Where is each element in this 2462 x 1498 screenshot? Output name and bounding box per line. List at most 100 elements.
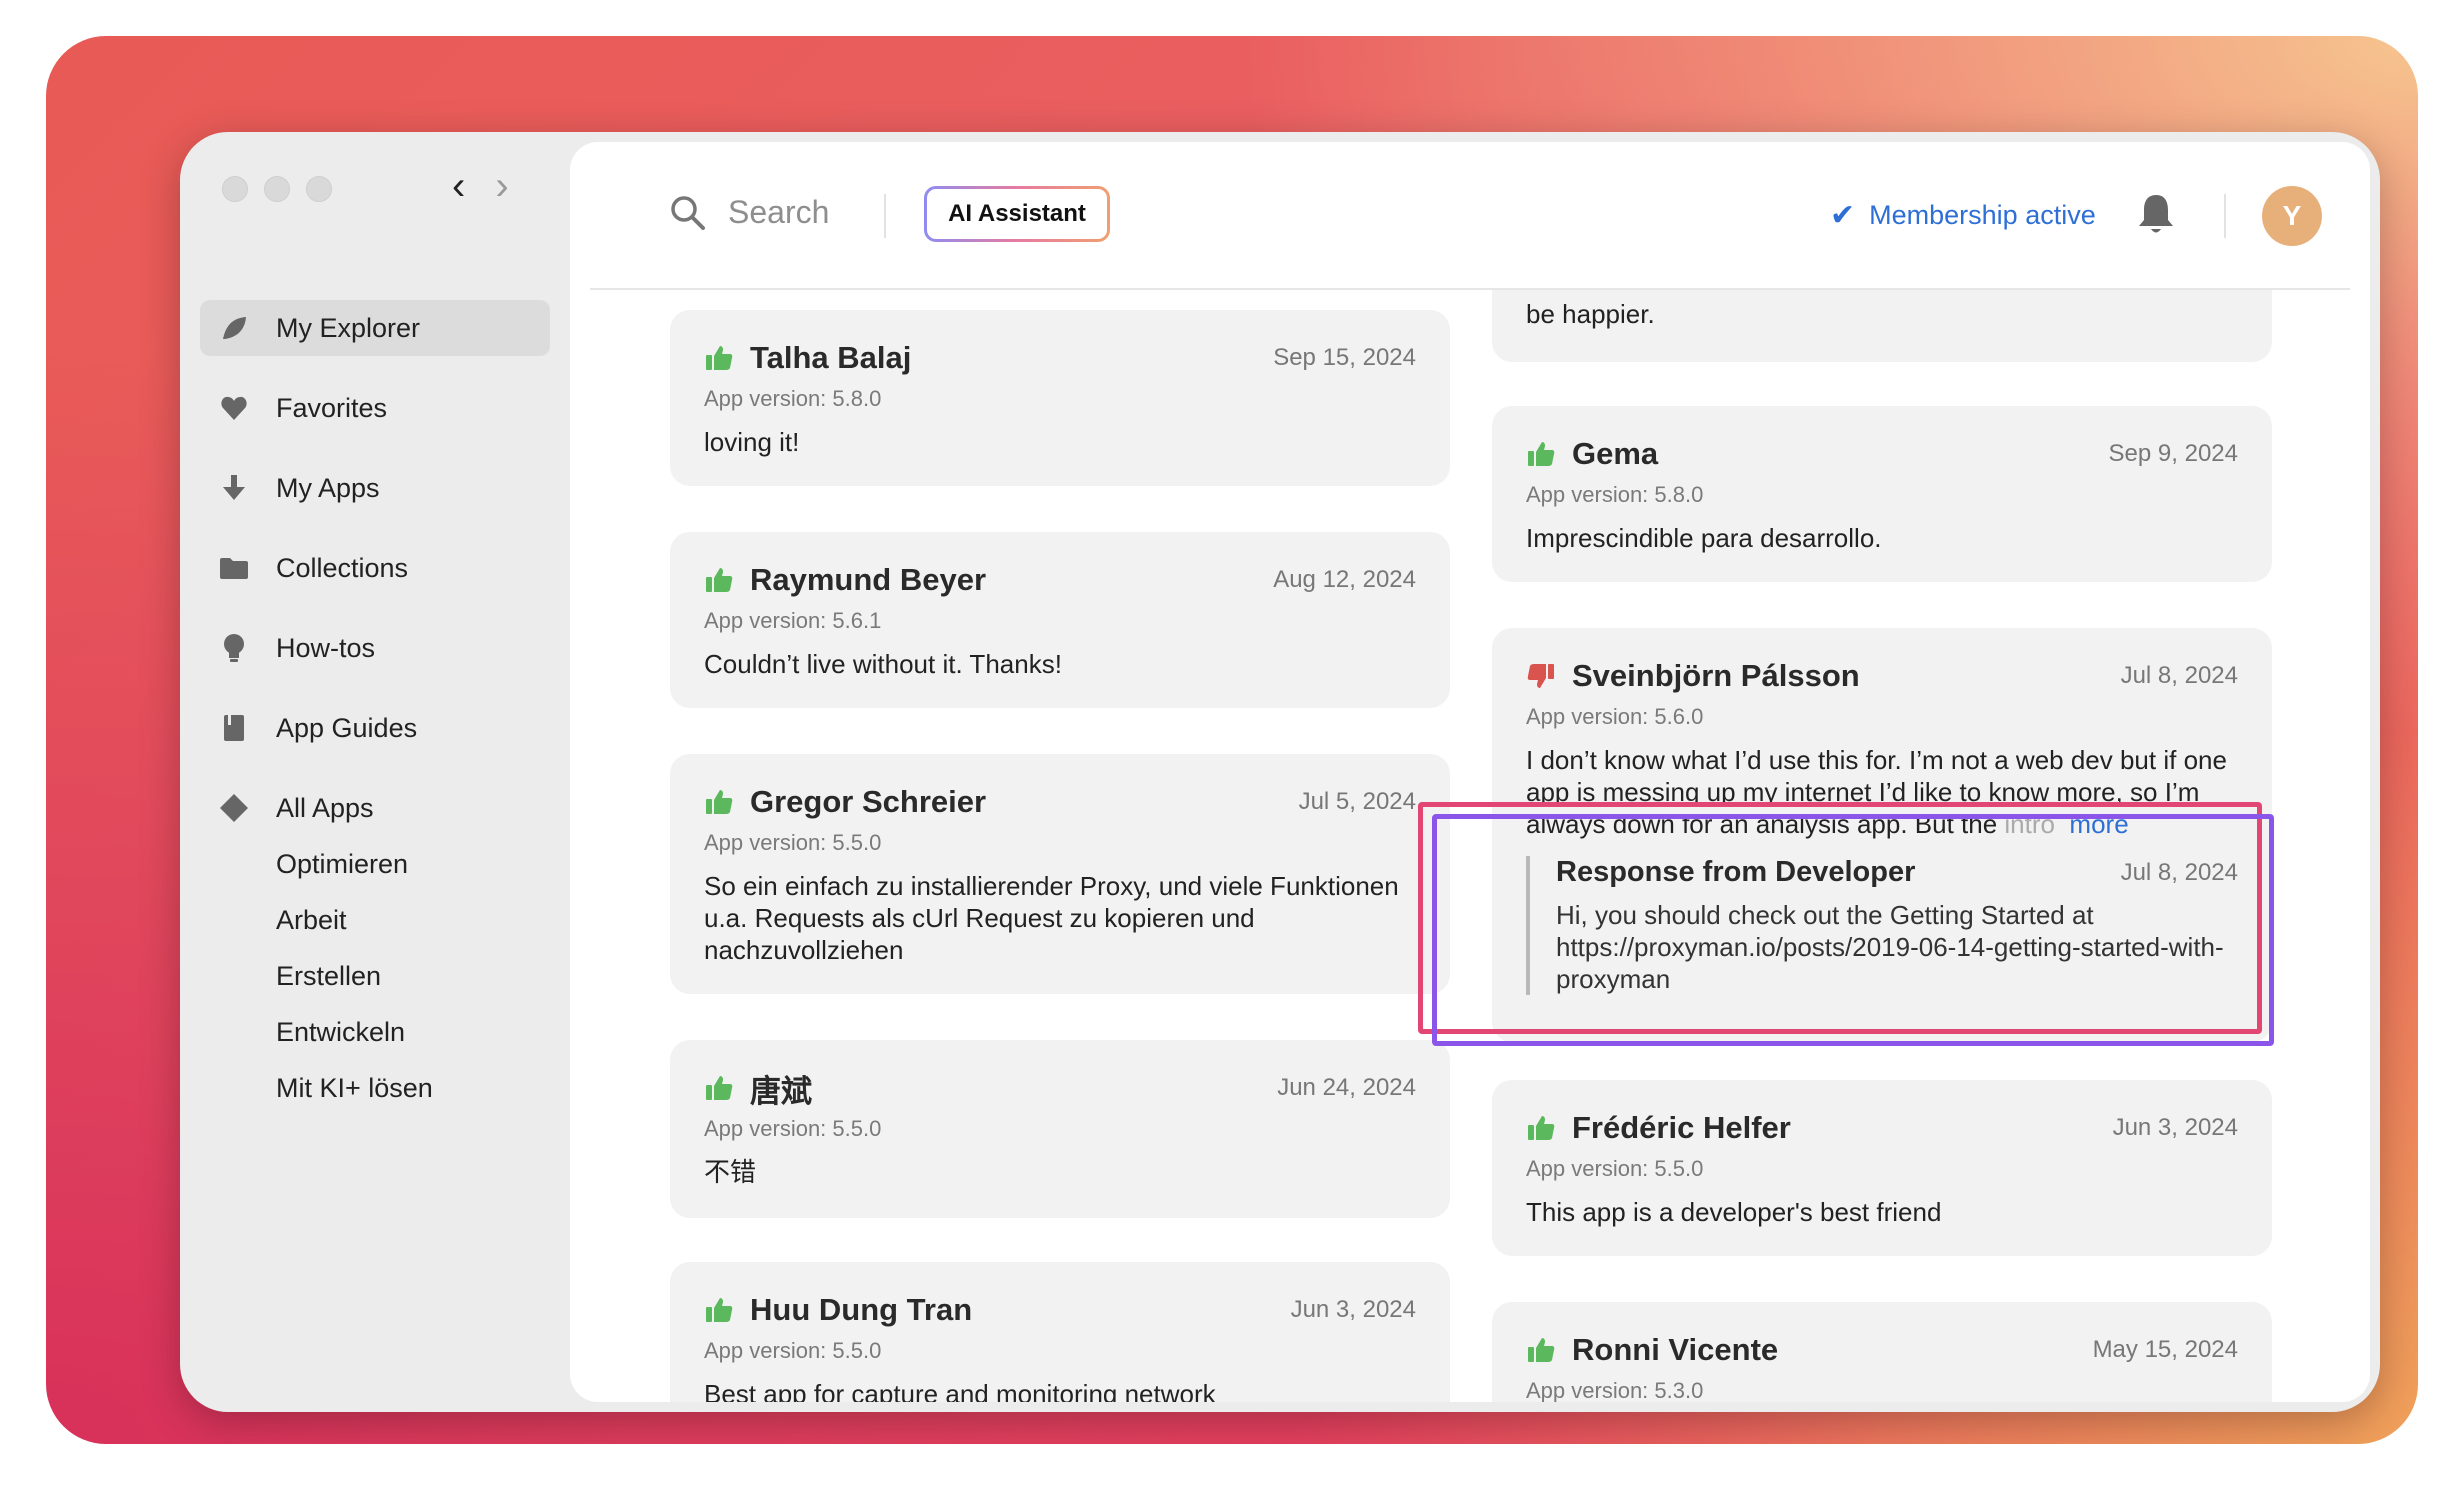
review-card: Raymund Beyer Aug 12, 2024 App version: …	[670, 532, 1450, 708]
highlight-box-purple	[1432, 814, 2274, 1046]
review-date: Jul 8, 2024	[2120, 662, 2238, 689]
membership-label: Membership active	[1869, 200, 2096, 230]
app-version: App version: 5.5.0	[1526, 1156, 1704, 1181]
folder-icon	[218, 552, 250, 584]
forward-arrow-icon[interactable]: ›	[495, 166, 508, 206]
review-card: 唐斌 Jun 24, 2024 App version: 5.5.0 不错	[670, 1040, 1450, 1218]
reviewer-name: 唐斌	[750, 1073, 812, 1109]
review-card: Huu Dung Tran Jun 3, 2024 App version: 5…	[670, 1262, 1450, 1402]
reviewer-name: Gregor Schreier	[750, 784, 987, 819]
sidebar-item-my-apps[interactable]: My Apps	[200, 460, 550, 516]
app-version: App version: 5.6.1	[704, 608, 882, 633]
review-body: Couldn’t live without it. Thanks!	[704, 649, 1062, 679]
ai-assistant-button[interactable]: AI Assistant	[924, 186, 1110, 242]
review-card: Talha Balaj Sep 15, 2024 App version: 5.…	[670, 310, 1450, 486]
close-window-button[interactable]	[222, 176, 248, 202]
reviewer-name: Gema	[1572, 436, 1659, 471]
window-controls	[222, 176, 332, 202]
review-body: This app is a developer's best friend	[1526, 1197, 1942, 1227]
reviewer-name: Raymund Beyer	[750, 562, 987, 597]
sidebar-item-label: App Guides	[276, 712, 418, 743]
sidebar-item-label: How-tos	[276, 632, 376, 663]
thumbs-up-icon	[706, 346, 733, 370]
review-date: Jun 24, 2024	[1277, 1074, 1416, 1101]
thumbs-up-icon	[706, 1076, 733, 1100]
sidebar-item-my-explorer[interactable]: My Explorer	[200, 300, 550, 356]
main-panel: Search AI Assistant ✔ Membership active …	[570, 142, 2370, 1402]
sidebar-item-label: Favorites	[276, 392, 388, 423]
reviewer-name: Huu Dung Tran	[750, 1292, 973, 1327]
review-card-partial: be happier.	[1492, 290, 2272, 362]
sidebar-item-label: Collections	[276, 552, 409, 583]
review-body: So ein einfach zu installierender Proxy,…	[704, 871, 1399, 965]
app-version: App version: 5.5.0	[704, 830, 882, 855]
thumbs-up-icon	[706, 1298, 733, 1322]
thumbs-up-icon	[1528, 1338, 1555, 1362]
avatar[interactable]: Y	[2262, 186, 2322, 246]
diamond-icon	[218, 792, 250, 824]
sidebar-item-favorites[interactable]: Favorites	[200, 380, 550, 436]
download-icon	[218, 472, 250, 504]
checkmark-icon: ✔	[1830, 199, 1856, 232]
back-arrow-icon[interactable]: ‹	[452, 166, 465, 206]
app-version: App version: 5.5.0	[704, 1338, 882, 1363]
thumbs-up-icon	[1528, 1116, 1555, 1140]
review-card: Frédéric Helfer Jun 3, 2024 App version:…	[1492, 1080, 2272, 1256]
search-placeholder: Search	[728, 194, 830, 230]
sidebar-item-all-apps[interactable]: All Apps	[200, 780, 550, 836]
reviewer-name: Ronni Vicente	[1572, 1332, 1779, 1367]
top-bar: Search AI Assistant ✔ Membership active …	[570, 142, 2370, 290]
app-version: App version: 5.5.0	[704, 1116, 882, 1141]
app-version: App version: 5.6.0	[1526, 704, 1704, 729]
review-card: Gema Sep 9, 2024 App version: 5.8.0 Impr…	[1492, 406, 2272, 582]
thumbs-down-icon	[1527, 664, 1554, 688]
sidebar-item-app-guides[interactable]: App Guides	[200, 700, 550, 756]
reviewer-name: Frédéric Helfer	[1572, 1110, 1791, 1145]
review-body: be happier.	[1526, 299, 1655, 329]
sidebar-subitem-arbeit[interactable]: Arbeit	[200, 892, 550, 948]
review-date: Jul 5, 2024	[1298, 788, 1416, 815]
sidebar-subitem-entwickeln[interactable]: Entwickeln	[200, 1004, 550, 1060]
reviewer-name: Talha Balaj	[750, 340, 912, 375]
sidebar-item-how-tos[interactable]: How-tos	[200, 620, 550, 676]
thumbs-up-icon	[1528, 442, 1555, 466]
lightbulb-icon	[218, 632, 250, 664]
search-field[interactable]: Search	[670, 194, 829, 231]
membership-status[interactable]: ✔ Membership active	[1830, 198, 2096, 233]
app-version: App version: 5.3.0	[1526, 1378, 1704, 1402]
sidebar-nav: My Explorer Favorites My Apps Collection…	[200, 300, 550, 1116]
review-card: Gregor Schreier Jul 5, 2024 App version:…	[670, 754, 1450, 994]
reviewer-name: Sveinbjörn Pálsson	[1572, 658, 1860, 693]
review-date: Aug 12, 2024	[1273, 566, 1416, 593]
desktop-wallpaper: ‹ › My Explorer Favorites My Apps Collec…	[46, 36, 2418, 1444]
review-body: loving it!	[704, 427, 800, 457]
sidebar-subitem-erstellen[interactable]: Erstellen	[200, 948, 550, 1004]
book-icon	[218, 712, 250, 744]
review-body: Imprescindible para desarrollo.	[1526, 523, 1882, 553]
sidebar-subitem-mit-ki-losen[interactable]: Mit KI+ lösen	[200, 1060, 550, 1116]
app-version: App version: 5.8.0	[704, 386, 882, 411]
review-date: Sep 15, 2024	[1273, 344, 1416, 371]
sidebar-item-label: My Explorer	[276, 312, 421, 343]
review-date: Sep 9, 2024	[2108, 440, 2238, 467]
sidebar-item-collections[interactable]: Collections	[200, 540, 550, 596]
sidebar-item-label: My Apps	[276, 472, 380, 503]
leaf-icon	[218, 312, 250, 344]
search-icon	[671, 195, 705, 230]
review-card: Ronni Vicente May 15, 2024 App version: …	[1492, 1302, 2272, 1402]
review-date: Jun 3, 2024	[2112, 1114, 2238, 1141]
review-body: 不错	[704, 1157, 757, 1187]
divider	[2224, 194, 2226, 238]
sidebar: ‹ › My Explorer Favorites My Apps Collec…	[180, 132, 568, 1412]
sidebar-subitem-optimieren[interactable]: Optimieren	[200, 836, 550, 892]
bell-icon[interactable]	[2136, 192, 2176, 236]
divider	[884, 194, 886, 238]
history-nav: ‹ ›	[452, 166, 509, 206]
minimize-window-button[interactable]	[264, 176, 290, 202]
review-date: May 15, 2024	[2092, 1336, 2238, 1363]
review-body: Best app for capture and monitoring netw…	[704, 1379, 1216, 1402]
app-version: App version: 5.8.0	[1526, 482, 1704, 507]
zoom-window-button[interactable]	[306, 176, 332, 202]
sidebar-item-label: All Apps	[276, 792, 374, 823]
review-date: Jun 3, 2024	[1290, 1296, 1416, 1323]
